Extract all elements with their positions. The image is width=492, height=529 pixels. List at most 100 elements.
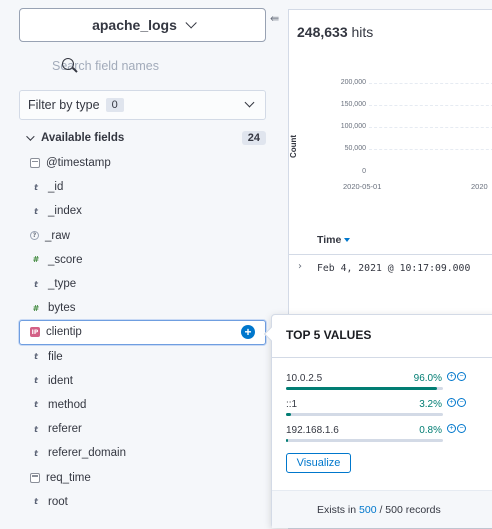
filter-out-value-icon[interactable]: − (457, 424, 466, 433)
field-item-raw[interactable]: ? _raw (19, 224, 266, 248)
field-item-bytes[interactable]: # bytes (19, 296, 266, 320)
number-type-icon: # (32, 303, 40, 313)
string-type-icon: t (34, 206, 38, 216)
number-type-icon: # (32, 255, 40, 265)
field-item-clientip[interactable]: IP clientip + (19, 320, 266, 345)
filter-for-value-icon[interactable]: + (447, 424, 456, 433)
field-list: @timestamp t _id t _index ? _raw # _score t _… (19, 151, 266, 514)
time-column-label: Time (317, 234, 342, 246)
field-item-type[interactable]: t _type (19, 272, 266, 296)
top-value-label: 10.0.2.5 (286, 373, 323, 384)
table-row: › Feb 4, 2021 @ 10:17:09.000 (289, 258, 492, 280)
string-type-icon: t (34, 352, 38, 362)
field-item-file[interactable]: t file (19, 345, 266, 369)
field-name: _id (48, 181, 64, 194)
available-fields-label: Available fields (41, 132, 125, 144)
progress-fill (286, 413, 292, 416)
field-item-root[interactable]: t root (19, 490, 266, 514)
search-icon (62, 58, 74, 70)
progress-fill (286, 439, 288, 442)
field-item-referer[interactable]: t referer (19, 417, 266, 441)
field-item-index[interactable]: t _index (19, 199, 266, 223)
filter-out-value-icon[interactable]: − (457, 398, 466, 407)
field-name: referer_domain (48, 447, 126, 460)
field-name: bytes (48, 302, 76, 315)
string-type-icon: t (34, 182, 38, 192)
exists-count-link[interactable]: 500 (359, 504, 377, 516)
field-item-ident[interactable]: t ident (19, 369, 266, 393)
field-name: method (48, 398, 87, 411)
field-sidebar: apache_logs ⇚ Search field names Filter … (0, 0, 279, 522)
field-item-req-time[interactable]: req_time (19, 465, 266, 489)
string-type-icon: t (34, 448, 38, 458)
histogram-chart[interactable]: Count 200,000 150,000 100,000 50,000 0 2… (289, 70, 492, 200)
time-column-header[interactable]: Time (317, 234, 351, 246)
field-name: clientip (46, 326, 82, 339)
field-name: ident (48, 374, 73, 387)
hits-number: 248,633 (297, 24, 348, 40)
field-item-timestamp[interactable]: @timestamp (19, 151, 266, 175)
field-item-id[interactable]: t _id (19, 175, 266, 199)
field-details-popover: TOP 5 VALUES 10.0.2.5 96.0% + − ::1 3.2% … (263, 314, 492, 528)
field-name: _type (48, 278, 77, 291)
filter-for-value-icon[interactable]: + (447, 398, 456, 407)
string-type-icon: t (34, 279, 38, 289)
top-value-percent: 3.2% (419, 399, 442, 410)
divider (272, 357, 492, 358)
add-field-button[interactable]: + (241, 325, 255, 340)
string-type-icon: t (34, 376, 38, 386)
expand-row-icon[interactable]: › (298, 261, 302, 272)
visualize-button[interactable]: Visualize (286, 453, 351, 473)
progress-bar (286, 387, 443, 390)
x-tick-label: 2020-05-01 (343, 182, 382, 191)
field-search-input[interactable]: Search field names (19, 50, 266, 82)
field-name: _index (48, 205, 82, 218)
field-name: referer (48, 423, 82, 436)
y-tick-label: 100,000 (340, 123, 366, 130)
y-tick-label: 150,000 (340, 101, 366, 108)
progress-bar (286, 439, 443, 442)
top-value-label: ::1 (286, 399, 298, 410)
string-type-icon: t (34, 497, 38, 507)
ip-type-icon: IP (30, 327, 40, 338)
top-value-row: ::1 3.2% + − (286, 398, 492, 419)
index-pattern-picker[interactable]: apache_logs (19, 8, 266, 42)
y-axis-label: Count (289, 134, 298, 158)
hits-label: hits (351, 24, 374, 40)
gridline (369, 149, 492, 150)
filter-out-value-icon[interactable]: − (457, 372, 466, 381)
collapse-sidebar-icon[interactable]: ⇚ (270, 12, 279, 25)
unknown-type-icon: ? (30, 231, 39, 241)
document-table-header: Time (289, 225, 492, 255)
exists-suffix: / 500 records (379, 503, 441, 516)
field-item-method[interactable]: t method (19, 393, 266, 417)
progress-bar (286, 413, 443, 416)
index-pattern-label: apache_logs (92, 17, 177, 33)
chevron-down-icon (185, 17, 197, 29)
string-type-icon: t (34, 400, 38, 410)
field-item-score[interactable]: # _score (19, 248, 266, 272)
filter-for-value-icon[interactable]: + (447, 372, 456, 381)
string-type-icon: t (34, 424, 38, 434)
field-name: _raw (45, 229, 70, 242)
row-timestamp: Feb 4, 2021 @ 10:17:09.000 (317, 263, 471, 274)
top-value-percent: 0.8% (419, 425, 442, 436)
top-value-label: 192.168.1.6 (286, 425, 339, 436)
field-name: _score (48, 253, 83, 266)
field-name: @timestamp (46, 157, 111, 170)
date-type-icon (30, 472, 40, 483)
field-name: req_time (46, 471, 91, 484)
sort-down-icon[interactable] (344, 238, 351, 243)
filter-by-type-button[interactable]: Filter by type 0 (19, 90, 266, 120)
top-value-row: 10.0.2.5 96.0% + − (286, 372, 492, 393)
exists-prefix: Exists in (317, 503, 357, 516)
available-fields-toggle[interactable]: Available fields 24 (22, 129, 266, 147)
gridline (369, 105, 492, 106)
popover-title: TOP 5 VALUES (286, 328, 372, 342)
popover-footer: Exists in 500 / 500 records (272, 490, 492, 528)
field-name: file (48, 350, 63, 363)
y-tick-label: 50,000 (344, 145, 366, 152)
gridline (369, 83, 492, 84)
field-item-referer-domain[interactable]: t referer_domain (19, 441, 266, 465)
chevron-down-icon (26, 132, 35, 141)
